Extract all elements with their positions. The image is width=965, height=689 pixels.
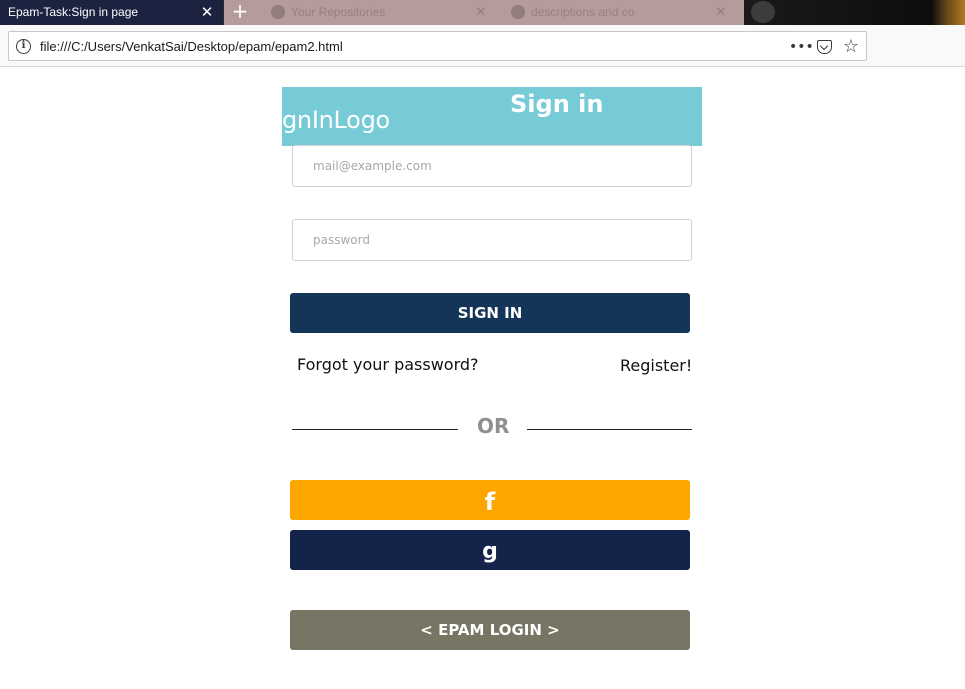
google-login-button[interactable]: g (290, 530, 690, 570)
navigation-bar: i file:///C:/Users/VenkatSai/Desktop/epa… (0, 25, 965, 67)
pocket-icon[interactable] (817, 40, 832, 54)
divider-right (527, 429, 692, 430)
forgot-password-link[interactable]: Forgot your password? (297, 355, 479, 374)
tab-title: Epam-Task:Sign in page (8, 5, 139, 19)
url-actions: ••• ☆ (789, 36, 860, 58)
github-icon (271, 5, 285, 19)
tab-title: Your Repositories (291, 5, 386, 19)
plus-icon[interactable]: + (230, 0, 250, 24)
tab-inactive[interactable]: descriptions and co ✕ (503, 0, 735, 25)
star-icon[interactable]: ☆ (842, 37, 860, 57)
logo-text: gnInLogo (282, 106, 390, 134)
url-text[interactable]: file:///C:/Users/VenkatSai/Desktop/epam/… (40, 39, 343, 54)
email-field[interactable] (292, 145, 692, 187)
close-icon[interactable]: ✕ (473, 3, 489, 21)
epam-login-button[interactable]: < EPAM LOGIN > (290, 610, 690, 650)
register-link[interactable]: Register! (620, 356, 692, 375)
more-icon[interactable]: ••• (789, 37, 814, 57)
tab-title: descriptions and co (531, 5, 635, 19)
sign-in-button[interactable]: SIGN IN (290, 293, 690, 333)
github-icon (511, 5, 525, 19)
tab-active[interactable]: Epam-Task:Sign in page ✕ (0, 0, 223, 25)
divider-or-label: OR (477, 414, 510, 438)
url-bar[interactable]: i file:///C:/Users/VenkatSai/Desktop/epa… (8, 31, 867, 61)
close-icon[interactable]: ✕ (199, 3, 215, 21)
google-icon: g (482, 539, 498, 564)
password-field[interactable] (292, 219, 692, 261)
tab-inactive[interactable]: Your Repositories ✕ (263, 0, 495, 25)
tab-strip-decoration (744, 0, 965, 25)
tab-strip: Epam-Task:Sign in page ✕ + Your Reposito… (0, 0, 965, 25)
signin-header: gnInLogo Sign in (282, 87, 702, 146)
facebook-login-button[interactable]: f (290, 480, 690, 520)
divider-left (292, 429, 458, 430)
info-icon[interactable]: i (16, 39, 31, 54)
facebook-icon: f (484, 488, 496, 516)
page-title: Sign in (510, 90, 604, 118)
close-icon[interactable]: ✕ (713, 3, 729, 21)
tab-favicon[interactable] (751, 1, 775, 23)
